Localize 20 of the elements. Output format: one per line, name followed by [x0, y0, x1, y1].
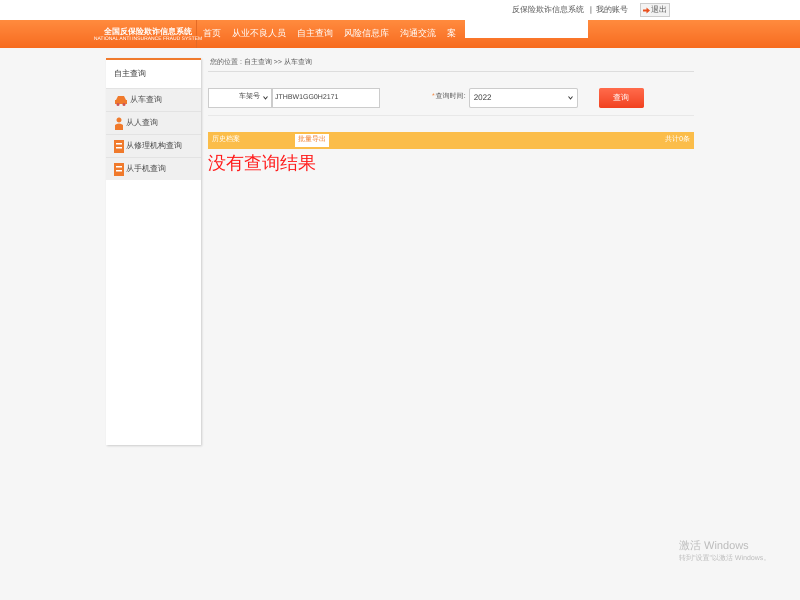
car-icon [114, 94, 128, 106]
logo-title: 全国反保险欺诈信息系统 [104, 26, 192, 36]
document-icon [114, 162, 124, 176]
time-select[interactable]: 2022 [468, 88, 578, 108]
person-icon [114, 116, 124, 130]
sidebar-item[interactable]: 从修理机构查询 [106, 134, 201, 157]
chevron-icon [263, 96, 268, 100]
sidebar-title: 自主查询 [113, 68, 147, 80]
empty-message: 没有查询结果 [208, 152, 317, 175]
sidebar-item[interactable]: 从手机查询 [106, 157, 201, 180]
logout-icon [643, 6, 650, 14]
chevron-icon [568, 96, 573, 100]
sidebar-item[interactable]: 从车查询 [106, 88, 201, 111]
logout-button[interactable]: 退出 [640, 3, 670, 17]
separator: | [590, 4, 592, 16]
system-name: 反保险欺诈信息系统 [512, 4, 584, 16]
sidebar-item[interactable]: 从人查询 [106, 111, 201, 134]
activation-title: 激活 Windows [679, 539, 750, 553]
account-link[interactable]: 我的账号 [596, 4, 628, 16]
document-icon [114, 140, 124, 152]
